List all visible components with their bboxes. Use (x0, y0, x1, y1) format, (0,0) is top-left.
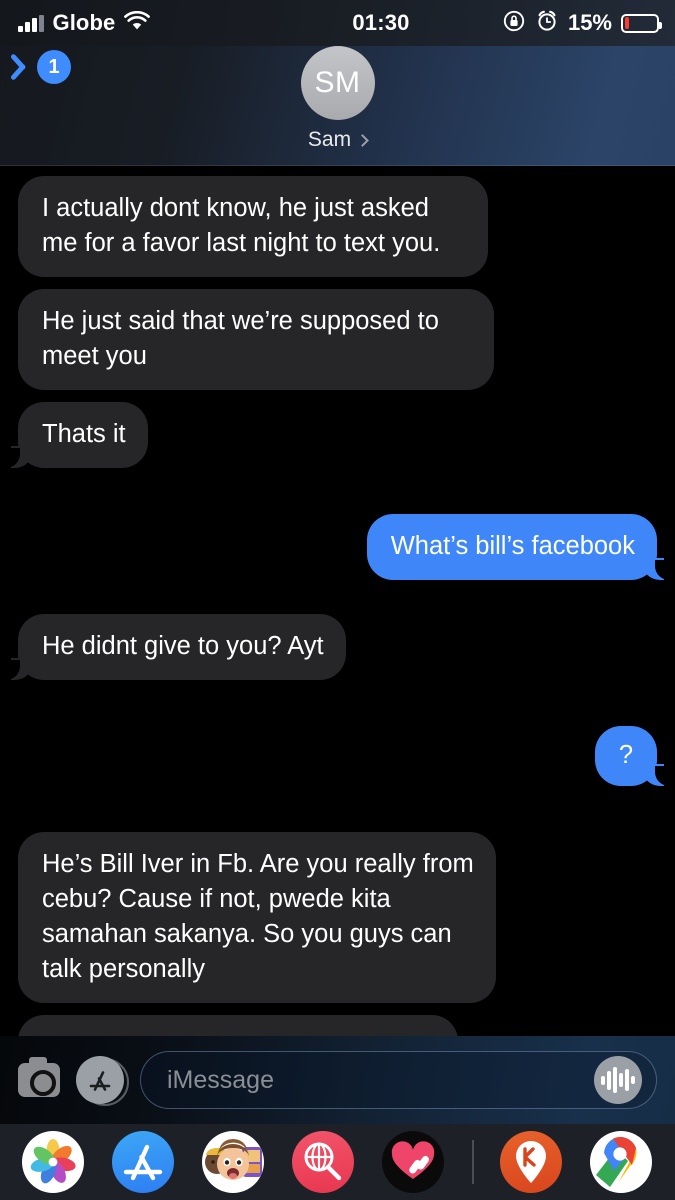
message-bubble-sent[interactable]: What’s bill’s facebook (366, 514, 670, 580)
avatar: SM (300, 46, 375, 120)
carrier-name: Globe (52, 10, 116, 35)
message-row: Thats it (0, 402, 675, 468)
message-row: I actually dont know, he just asked me f… (0, 176, 675, 277)
dock-item-photos[interactable] (22, 1131, 84, 1193)
message-bubble-received[interactable]: He just said that we’re supposed to meet… (18, 289, 494, 390)
photos-icon (30, 1139, 76, 1184)
status-bar: Globe 01:30 15% (0, 0, 675, 46)
status-bar-left: Globe (0, 10, 260, 36)
image-search-icon (304, 1142, 342, 1181)
message-bubble-received[interactable]: Thats it (6, 402, 148, 468)
status-bar-center: 01:30 (260, 10, 502, 36)
message-row: What’s bill’s facebook (0, 514, 675, 580)
heart-icon (391, 1141, 435, 1179)
message-row: He just said that we’re supposed to meet… (0, 289, 675, 390)
imessage-conversation-screen: Globe 01:30 15% 1 SM Sam I actually dont… (0, 0, 675, 1200)
dock-item-health[interactable] (382, 1131, 444, 1193)
dock-item-app-store[interactable] (112, 1131, 174, 1193)
chevron-right-icon (356, 134, 369, 147)
message-bubble-received[interactable]: He’s Bill Iver in Fb. Are you really fro… (18, 832, 496, 1003)
k-pin-icon (516, 1141, 546, 1183)
app-store-icon[interactable] (76, 1056, 129, 1106)
message-input-bar: iMessage (0, 1036, 675, 1124)
signal-bars-icon (18, 14, 44, 32)
maps-pin-icon (596, 1136, 637, 1187)
battery-fill (624, 17, 630, 29)
message-thread[interactable]: I actually dont know, he just asked me f… (0, 166, 675, 1061)
dock-item-k-pin[interactable] (500, 1131, 562, 1193)
message-row: He didnt give to you? Ayt (0, 614, 675, 680)
alarm-clock-icon (535, 9, 559, 38)
message-bubble-received[interactable]: He didnt give to you? Ayt (6, 614, 346, 680)
contact-name: Sam (307, 128, 352, 151)
audio-message-icon[interactable] (594, 1056, 642, 1104)
battery-percent-label: 15% (567, 10, 612, 35)
message-input-placeholder: iMessage (167, 1065, 274, 1094)
status-bar-clock: 01:30 (352, 10, 410, 35)
contact-details-button[interactable]: SM Sam (0, 46, 675, 152)
battery-icon (621, 13, 662, 33)
message-input-field[interactable]: iMessage (140, 1051, 657, 1109)
app-dock (0, 1124, 675, 1200)
status-bar-right: 15% (502, 9, 675, 38)
dock-item-google-maps[interactable] (590, 1131, 652, 1193)
dock-item-memoji[interactable] (202, 1131, 264, 1193)
message-row: He’s Bill Iver in Fb. Are you really fro… (0, 832, 675, 1003)
message-row: ? (0, 726, 675, 786)
app-store-icon (123, 1144, 163, 1181)
contact-name-row: Sam (307, 128, 369, 152)
wifi-icon (124, 10, 151, 36)
memoji-icon (205, 1139, 262, 1180)
message-bubble-received[interactable]: I actually dont know, he just asked me f… (18, 176, 488, 277)
rotation-lock-icon (502, 9, 526, 38)
dock-divider (472, 1140, 474, 1184)
dock-item-image-search[interactable] (292, 1131, 354, 1193)
camera-icon[interactable] (18, 1057, 60, 1097)
message-bubble-sent[interactable]: ? (594, 726, 670, 786)
app-store-glyph (89, 1071, 111, 1091)
